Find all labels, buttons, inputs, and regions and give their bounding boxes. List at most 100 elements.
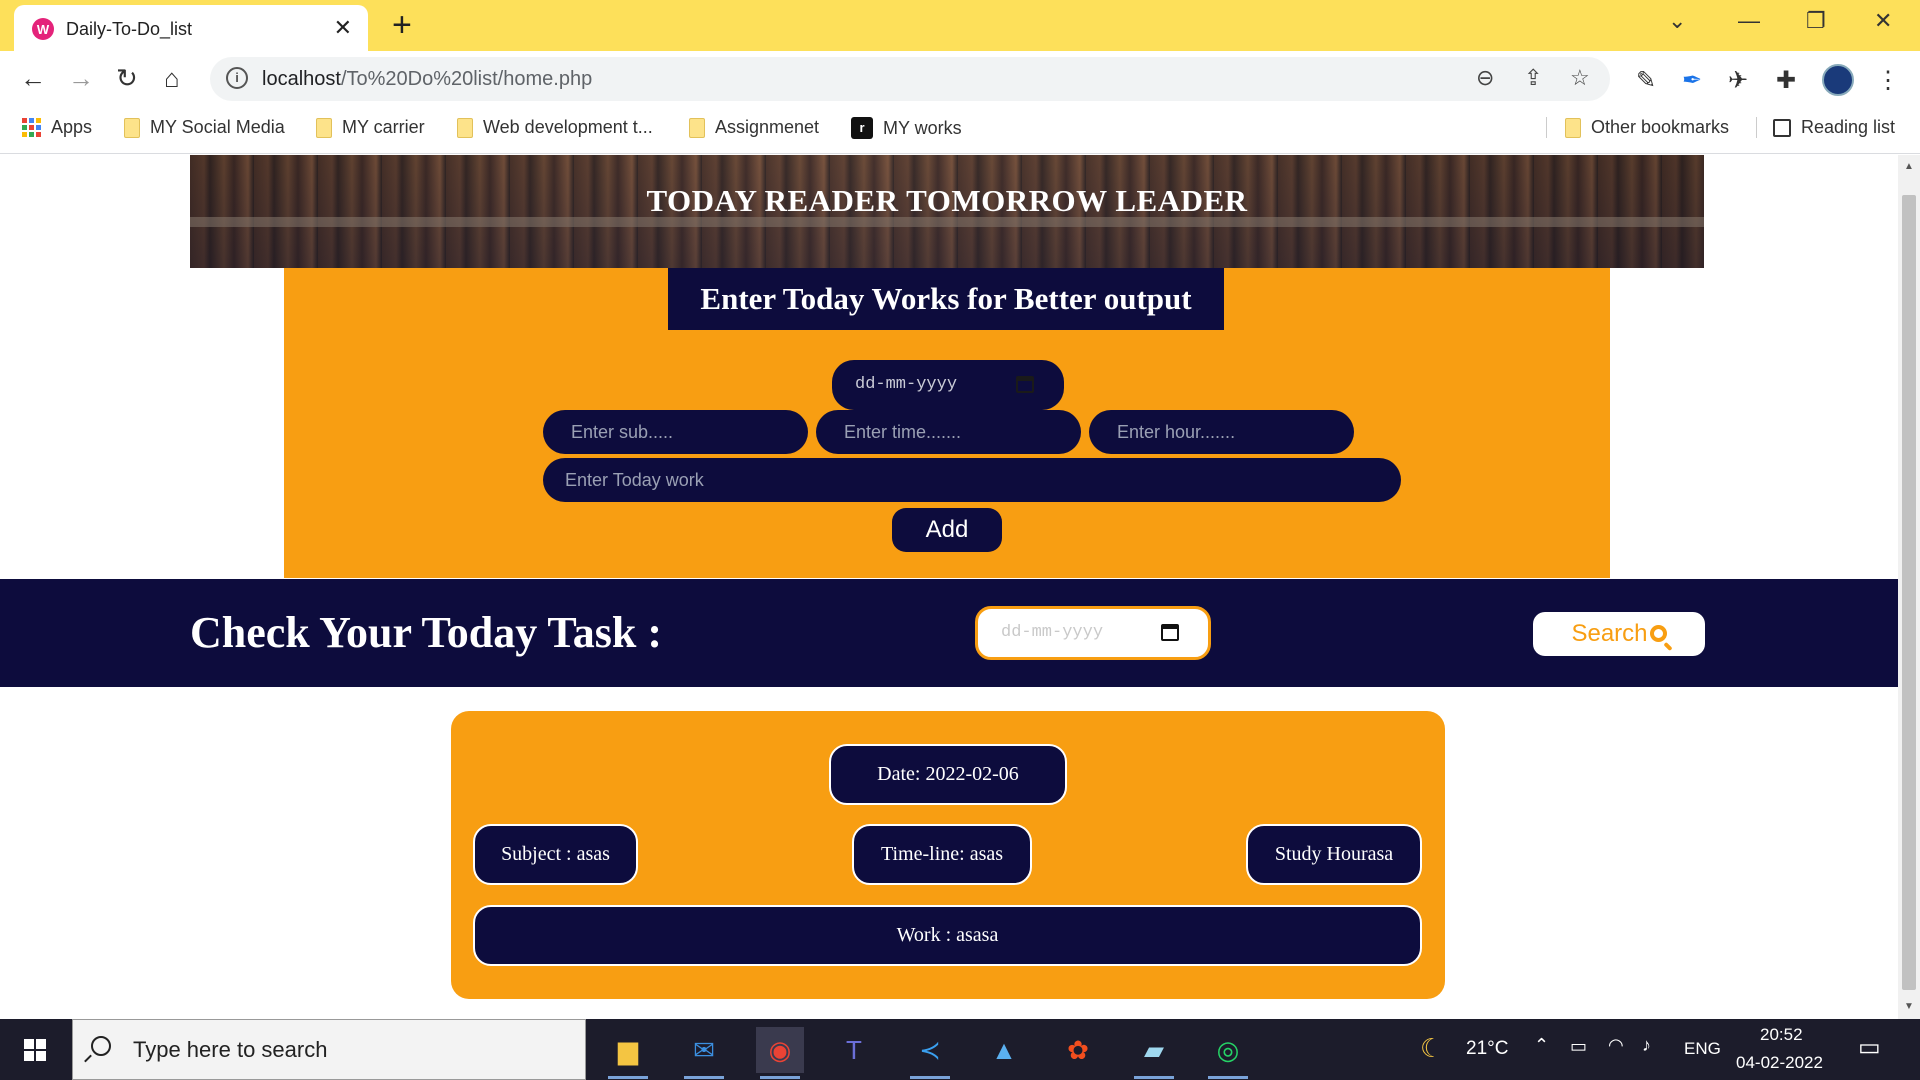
search-button-label: Search [1571,620,1648,647]
bookmark-label: MY Social Media [150,117,285,137]
taskbar-search-placeholder: Type here to search [133,1037,328,1062]
chrome-icon[interactable]: ◉ [756,1027,804,1079]
result-date: Date: 2022-02-06 [829,744,1067,805]
share-icon[interactable]: ⇪ [1524,65,1542,91]
reload-icon[interactable]: ↻ [116,63,138,94]
pen-extension-icon[interactable]: ✒ [1682,66,1702,95]
banner-title: TODAY READER TOMORROW LEADER [646,183,1248,218]
page-scrollbar[interactable]: ▲ ▼ [1898,155,1920,1019]
photos-icon[interactable]: ▲ [980,1027,1028,1073]
reading-list-icon [1773,118,1791,137]
result-timeline: Time-line: asas [852,824,1032,885]
task-result-card: Date: 2022-02-06 Subject : asas Time-lin… [451,711,1445,999]
other-bookmarks-label: Other bookmarks [1591,117,1730,137]
site-info-icon[interactable]: i [226,67,248,89]
bookmark-other[interactable]: Other bookmarks [1546,117,1729,138]
back-icon[interactable]: ← [20,63,46,94]
menu-kebab-icon[interactable]: ⋮ [1876,66,1900,95]
bookmark-carrier[interactable]: MY carrier [316,117,425,138]
search-icon [1649,625,1667,642]
hour-input[interactable]: Enter hour....... [1089,410,1354,454]
language-indicator[interactable]: ENG [1684,1039,1721,1059]
search-button[interactable]: Search [1533,612,1705,656]
scroll-up-icon[interactable]: ▲ [1904,161,1914,172]
volume-icon[interactable]: ♪ [1642,1035,1651,1056]
new-tab-icon[interactable]: + [392,6,412,44]
taskbar-search-box[interactable]: Type here to search [72,1019,586,1080]
date-placeholder: dd-mm-yyyy [855,375,958,394]
windows-taskbar: Type here to search ▆ ✉ ◉ T ≺ ▲ ✿ ▰ ◎ ☾ … [0,1019,1920,1080]
result-study-hours: Study Hourasa [1246,824,1422,885]
wifi-icon[interactable]: ◠ [1608,1035,1624,1056]
puzzle-icon[interactable]: ✚ [1776,66,1796,95]
add-button[interactable]: Add [892,508,1002,552]
scroll-down-icon[interactable]: ▼ [1904,1001,1914,1012]
vscode-icon[interactable]: ≺ [906,1027,954,1079]
bookmark-star-icon[interactable]: ☆ [1570,65,1590,91]
result-subject: Subject : asas [473,824,638,885]
header-banner: TODAY READER TOMORROW LEADER [190,155,1704,268]
bookmark-my-works[interactable]: r MY works [851,117,962,139]
windows-start-icon[interactable] [24,1039,46,1061]
bookmarks-bar: Apps MY Social Media MY carrier Web deve… [0,109,1920,154]
bookmark-label: MY works [883,117,962,138]
url-host: localhost [262,68,341,90]
forward-icon[interactable]: → [68,63,94,94]
battery-icon[interactable]: ▭ [1570,1036,1587,1057]
reading-list-label: Reading list [1801,117,1896,137]
bookmark-social-media[interactable]: MY Social Media [124,117,285,138]
url-path: /To%20Do%20list/home.php [340,68,593,90]
bookmark-web-development[interactable]: Web development t... [457,117,653,138]
weather-temp[interactable]: 21°C [1466,1038,1508,1060]
folder-icon [689,117,705,138]
calendar-icon[interactable] [1161,624,1179,641]
minimize-icon[interactable]: — [1738,8,1760,34]
teams-icon[interactable]: T [830,1027,878,1073]
eyedropper-extension-icon[interactable]: ✎ [1636,66,1656,95]
mail-icon[interactable]: ✉ [680,1027,728,1079]
home-icon[interactable]: ⌂ [164,63,180,94]
work-input[interactable]: Enter Today work [543,458,1401,502]
scroll-thumb[interactable] [1902,195,1916,990]
notepad-icon[interactable]: ▰ [1130,1027,1178,1079]
moon-weather-icon[interactable]: ☾ [1420,1033,1443,1064]
add-task-form: Enter Today Works for Better output dd-m… [284,268,1610,578]
folder-icon [457,117,473,138]
close-icon[interactable]: ✕ [334,15,352,41]
profile-avatar[interactable] [1822,64,1854,96]
bookmark-label: Web development t... [483,117,653,137]
bookmark-label: MY carrier [342,117,425,137]
subject-input[interactable]: Enter sub..... [543,410,808,454]
bookmark-apps[interactable]: Apps [22,117,92,138]
browser-toolbar: ← → ↻ ⌂ i localhost/To%20Do%20list/home.… [0,51,1920,109]
wamp-favicon-icon: W [32,18,54,40]
figma-icon[interactable]: ✿ [1054,1027,1102,1073]
check-task-title: Check Your Today Task : [190,608,662,657]
reading-list[interactable]: Reading list [1756,117,1895,138]
extension-icon[interactable]: ✈ [1728,66,1748,95]
apps-grid-icon [22,118,41,137]
window-close-icon[interactable]: ✕ [1874,8,1892,34]
zoom-icon[interactable]: ⊖ [1476,65,1494,91]
result-work: Work : asasa [473,905,1422,966]
clock-date[interactable]: 04-02-2022 [1736,1053,1823,1073]
chevron-down-icon[interactable]: ⌄ [1668,8,1686,34]
file-explorer-icon[interactable]: ▆ [604,1027,652,1079]
time-input[interactable]: Enter time....... [816,410,1081,454]
notifications-icon[interactable]: ▭ [1858,1033,1881,1062]
bookmark-assignmenet[interactable]: Assignmenet [689,117,819,138]
whatsapp-icon[interactable]: ◎ [1204,1027,1252,1079]
restore-icon[interactable]: ❐ [1806,8,1826,34]
task-date-input[interactable]: dd-mm-yyyy [832,360,1064,410]
clock-time[interactable]: 20:52 [1760,1025,1803,1045]
tab-active[interactable]: W Daily-To-Do_list ✕ [14,5,368,51]
search-date-input[interactable]: dd-mm-yyyy [975,606,1211,660]
calendar-icon[interactable] [1016,376,1034,393]
page-viewport: TODAY READER TOMORROW LEADER Enter Today… [0,155,1898,1019]
form-heading: Enter Today Works for Better output [668,268,1224,330]
address-url: localhost/To%20Do%20list/home.php [262,68,592,91]
address-bar[interactable]: i localhost/To%20Do%20list/home.php ⊖ ⇪ … [210,57,1610,101]
show-hidden-icons-icon[interactable]: ⌃ [1534,1035,1549,1056]
tab-strip: W Daily-To-Do_list ✕ + ⌄ — ❐ ✕ [0,0,1920,51]
date-placeholder: dd-mm-yyyy [1001,623,1104,642]
